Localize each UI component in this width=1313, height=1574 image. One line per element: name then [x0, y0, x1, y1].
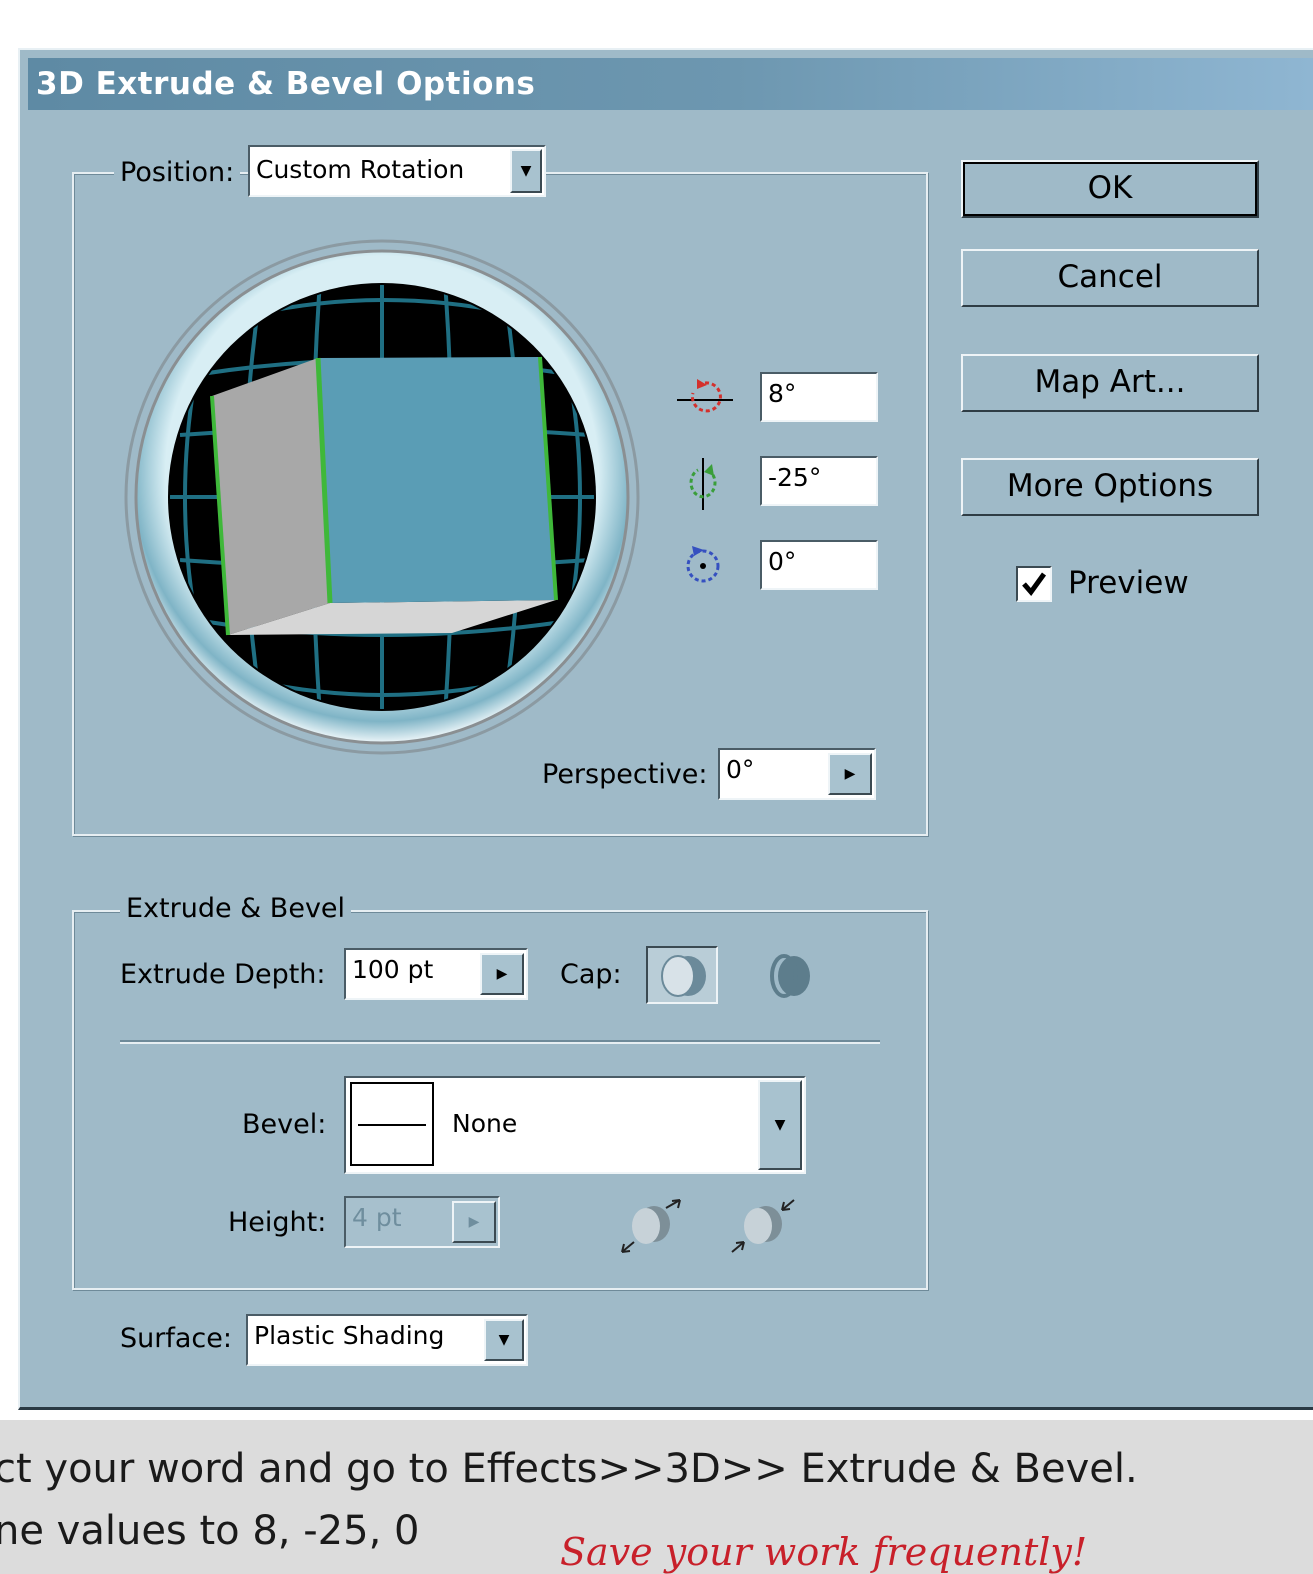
chevron-right-icon: ▶	[468, 1214, 480, 1230]
bevel-preview-line	[358, 1124, 426, 1126]
chevron-down-icon: ▼	[774, 1117, 786, 1133]
position-select-value: Custom Rotation	[256, 155, 465, 184]
chevron-right-icon: ▶	[844, 766, 856, 782]
bevel-select[interactable]: None	[344, 1076, 806, 1174]
bevel-extent-in-icon[interactable]	[728, 1198, 798, 1254]
bevel-extent-out-icon[interactable]	[620, 1198, 690, 1254]
dialog-title: 3D Extrude & Bevel Options	[28, 58, 1313, 110]
rotate-x-field[interactable]: 8°	[760, 372, 878, 422]
extrude-bevel-dialog: 3D Extrude & Bevel Options Position: Cus…	[18, 48, 1313, 1410]
chevron-down-icon: ▼	[520, 163, 532, 179]
more-options-button[interactable]: More Options	[961, 458, 1259, 516]
cancel-button[interactable]: Cancel	[961, 249, 1259, 307]
perspective-slider-button[interactable]: ▶	[828, 753, 872, 795]
cap-on-button[interactable]	[646, 946, 718, 1004]
bevel-select-value: None	[452, 1109, 518, 1138]
surface-select-value: Plastic Shading	[254, 1321, 445, 1350]
position-dropdown-button[interactable]: ▼	[510, 149, 542, 193]
preview-label: Preview	[1068, 565, 1189, 601]
rotate-y-axis-icon	[689, 458, 717, 510]
position-label: Position:	[114, 156, 241, 190]
height-label: Height:	[228, 1207, 327, 1238]
cap-label: Cap:	[560, 959, 622, 990]
position-select[interactable]: Custom Rotation	[248, 145, 546, 197]
extrude-depth-label: Extrude Depth:	[120, 959, 326, 990]
surface-label: Surface:	[120, 1323, 232, 1354]
chevron-down-icon: ▼	[498, 1332, 510, 1348]
map-art-button[interactable]: Map Art...	[961, 354, 1259, 412]
extrude-depth-slider-button[interactable]: ▶	[480, 953, 524, 995]
checkmark-icon	[1022, 572, 1047, 597]
ok-button[interactable]: OK	[961, 160, 1259, 218]
chevron-right-icon: ▶	[496, 966, 508, 982]
rotate-y-field[interactable]: -25°	[760, 456, 878, 506]
cap-on-icon	[661, 955, 706, 997]
bevel-dropdown-button[interactable]: ▼	[758, 1080, 802, 1170]
perspective-label: Perspective:	[542, 759, 708, 790]
caption-line-2: ne values to 8, -25, 0	[0, 1508, 420, 1554]
preview-checkbox[interactable]	[1016, 566, 1052, 602]
extrude-separator	[120, 1040, 880, 1044]
caption-line-1: ct your word and go to Effects>>3D>> Ext…	[0, 1446, 1138, 1492]
rotation-trackball[interactable]	[120, 235, 650, 765]
height-field-value: 4 pt	[352, 1203, 402, 1232]
surface-dropdown-button[interactable]: ▼	[484, 1319, 524, 1361]
extrude-bevel-legend: Extrude & Bevel	[120, 892, 352, 926]
save-reminder-note: Save your work frequently!	[560, 1530, 1088, 1574]
height-slider-button: ▶	[452, 1201, 496, 1243]
rotate-x-axis-icon	[677, 379, 733, 413]
cap-off-icon[interactable]	[762, 950, 818, 1002]
bevel-label: Bevel:	[242, 1109, 327, 1140]
rotate-z-field[interactable]: 0°	[760, 540, 878, 590]
bevel-preview-swatch	[350, 1082, 434, 1166]
rotate-z-axis-icon	[686, 546, 720, 583]
